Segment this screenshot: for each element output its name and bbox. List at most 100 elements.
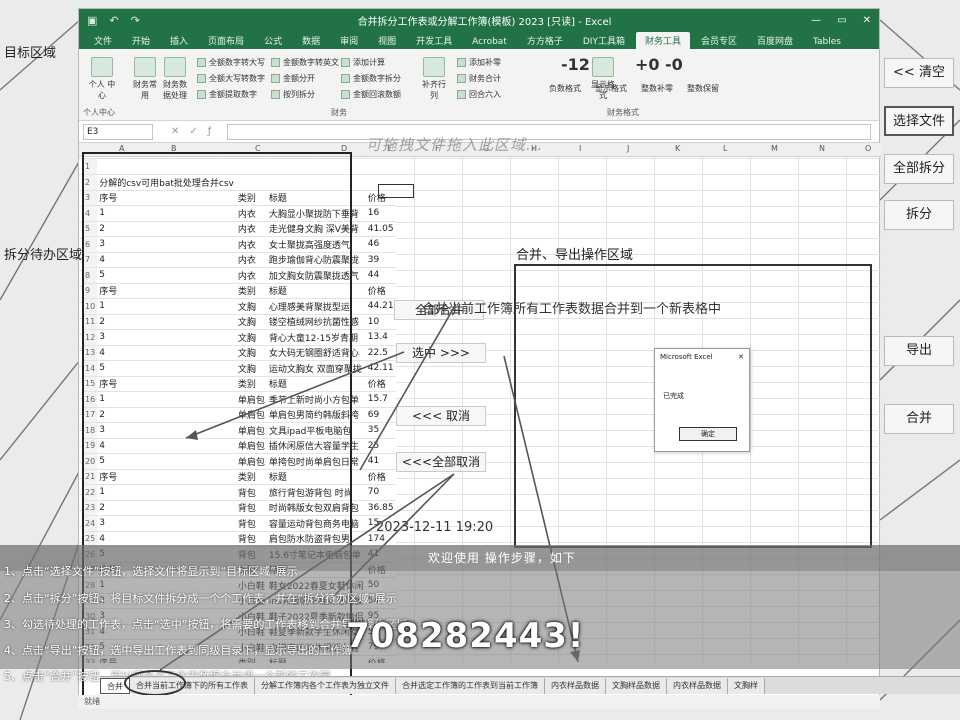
quick-access: ▣ ↶ ↷	[87, 14, 140, 27]
sheet-tab[interactable]: 内衣样品数据	[545, 677, 606, 694]
dialog-message: 已完成	[663, 392, 684, 400]
table-cell[interactable]: 10	[365, 314, 396, 330]
table-cell[interactable]: 22.5	[365, 345, 396, 361]
tab-acrobat[interactable]: Acrobat	[463, 35, 516, 49]
tab-ffgz[interactable]: 方方格子	[518, 32, 572, 49]
select-button[interactable]: 选中 >>>	[396, 343, 486, 363]
table-cell[interactable]: 36.85	[365, 500, 396, 516]
table-cell[interactable]	[365, 159, 396, 175]
table-cell[interactable]: 44.21	[365, 298, 396, 315]
close-button[interactable]: ✕	[863, 15, 871, 26]
tab-finance[interactable]: 财务工具	[635, 32, 690, 49]
ribbon-row[interactable]: 按列拆分	[271, 89, 315, 100]
table-cell[interactable]: 41	[365, 453, 396, 470]
table-cell[interactable]: 35	[365, 422, 396, 439]
tab-data[interactable]: 数据	[293, 32, 329, 49]
sheet-tab[interactable]: 分解工作簿内各个工作表为独立文件	[255, 677, 396, 694]
ribbon-row[interactable]: 回合六入	[457, 89, 501, 100]
ribbon-row[interactable]: 金额数字拆分	[341, 73, 401, 84]
maximize-button[interactable]: ▭	[837, 15, 846, 26]
negative-format-button[interactable]: -12	[561, 55, 590, 74]
table-cell[interactable]: 13.4	[365, 329, 396, 346]
table-cell[interactable]: 16	[365, 205, 396, 222]
finance-data-button[interactable]: 财务数据处理	[161, 57, 189, 101]
ribbon-row[interactable]: 财务合计	[457, 73, 501, 84]
table-cell[interactable]: 46	[365, 236, 396, 253]
personal-center-button[interactable]: 个人 中心	[85, 57, 119, 101]
ribbon-row[interactable]: 添加计算	[341, 57, 385, 68]
format-labels: 负数格式 显示格式 整数补零 整数保留	[549, 84, 719, 93]
tab-view[interactable]: 视图	[369, 32, 405, 49]
ribbon-row[interactable]: 全额大写转数字	[197, 73, 265, 84]
choose-file-button[interactable]: 选择文件	[884, 106, 954, 136]
formula-input[interactable]	[227, 123, 871, 140]
drop-hint: 可拖拽文件拖入此区域...	[366, 136, 544, 154]
table-cell[interactable]: 价格	[365, 469, 396, 485]
table-cell[interactable]: 44	[365, 267, 396, 284]
tab-review[interactable]: 审阅	[331, 32, 367, 49]
dialog-ok-button[interactable]: 确定	[679, 427, 737, 441]
sheet-tab[interactable]: 合并选定工作簿的工作表到当前工作簿	[396, 677, 545, 694]
tab-diy[interactable]: DIY工具箱	[574, 32, 634, 49]
tab-developer[interactable]: 开发工具	[407, 32, 461, 49]
ribbon-row[interactable]: 金额回滚数额	[341, 89, 401, 100]
table-cell[interactable]: 70	[365, 484, 396, 501]
table-cell[interactable]: 39	[365, 252, 396, 268]
ribbon-row[interactable]: 全额数字转大写	[197, 57, 265, 68]
ribbon-row[interactable]: 金额数字转英文	[271, 57, 339, 68]
tab-file[interactable]: 文件	[85, 32, 121, 49]
title-bar: ▣ ↶ ↷ 合并拆分工作表或分解工作簿(模板) 2023 [只读] - Exce…	[79, 9, 879, 31]
name-box[interactable]: E3	[83, 123, 153, 140]
ribbon-row[interactable]: 金额提取数字	[197, 89, 257, 100]
undo-icon[interactable]: ↶	[109, 14, 118, 27]
display-format-button[interactable]: 显示格式	[589, 57, 617, 101]
selected-cell[interactable]	[378, 184, 414, 198]
redo-icon[interactable]: ↷	[131, 14, 140, 27]
dialog-title: Microsoft Excel	[660, 353, 713, 361]
ribbon-row[interactable]: 金额分开	[271, 73, 315, 84]
person-icon	[91, 57, 113, 77]
status-bar: 就绪	[78, 695, 880, 709]
keep-integer-button[interactable]: -0	[665, 55, 683, 74]
tab-formulas[interactable]: 公式	[255, 32, 291, 49]
gen-payslip-button[interactable]: 补齐行列	[419, 57, 449, 101]
dialog-close-icon[interactable]: ✕	[738, 353, 744, 361]
clear-button[interactable]: << 清空	[884, 58, 954, 88]
sheet-tab[interactable]: 文胸样品数据	[606, 677, 667, 694]
doc-icon	[592, 57, 614, 77]
minimize-button[interactable]: —	[811, 15, 821, 26]
table-cell[interactable]: 25	[365, 438, 396, 454]
table-cell[interactable]: 42.11	[365, 360, 396, 377]
save-icon[interactable]: ▣	[87, 14, 97, 27]
merge-description: 合并当前工作簿所有工作表数据合并到一个新表格中	[422, 302, 722, 317]
table-cell[interactable]: 价格	[365, 376, 396, 392]
instruction-title: 欢迎使用 操作步骤，如下	[428, 551, 576, 565]
tab-member[interactable]: 会员专区	[692, 32, 746, 49]
instruction-line: 4、点击“导出”按钮，选中导出工作表到同级目录下，显示导出的工作簿	[4, 644, 353, 657]
tab-home[interactable]: 开始	[123, 32, 159, 49]
table-cell[interactable]: 价格	[365, 283, 396, 299]
ribbon-row[interactable]: 添加补零	[457, 57, 501, 68]
finance-common-button[interactable]: 财务常用	[131, 57, 159, 101]
merge-button[interactable]: 合并	[884, 404, 954, 434]
cancel-all-button[interactable]: <<<全部取消	[396, 452, 486, 472]
table-cell[interactable]: 15.7	[365, 391, 396, 408]
cancel-button[interactable]: <<< 取消	[396, 406, 486, 426]
sheet-tab[interactable]: 文胸样	[728, 677, 765, 694]
table-cell[interactable]: 69	[365, 407, 396, 423]
split-button[interactable]: 拆分	[884, 200, 954, 230]
fx-icon[interactable]: ✕✓ƒ	[171, 126, 221, 137]
tab-insert[interactable]: 插入	[161, 32, 197, 49]
merge-export-label: 合并、导出操作区域	[516, 248, 634, 263]
export-button[interactable]: 导出	[884, 336, 954, 366]
overlay-number: 708282443!	[346, 616, 585, 656]
payslip-icon	[423, 57, 445, 77]
tab-page-layout[interactable]: 页面布局	[199, 32, 253, 49]
window-title: 合并拆分工作表或分解工作簿(模板) 2023 [只读] - Excel	[357, 16, 612, 28]
split-all-button[interactable]: 全部拆分	[884, 154, 954, 184]
sheet-tab[interactable]: 内衣样品数据	[667, 677, 728, 694]
table-cell[interactable]: 41.05	[365, 221, 396, 237]
tab-tables[interactable]: Tables	[804, 35, 850, 49]
tab-baidu[interactable]: 百度网盘	[748, 32, 802, 49]
pad-zero-button[interactable]: +0	[635, 55, 660, 74]
